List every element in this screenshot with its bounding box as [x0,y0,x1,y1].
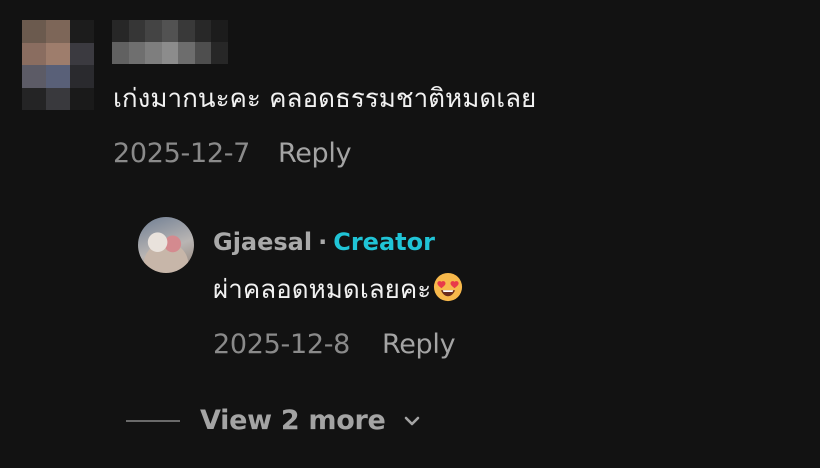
comments-panel: เก่งมากนะคะ คลอดธรรมชาติหมดเลย 2025-12-7… [0,0,820,468]
heart-eyes-emoji-icon [434,272,463,302]
reply-date: 2025-12-8 [213,329,351,360]
reply-username[interactable]: Gjaesal [213,228,312,256]
view-more-divider [126,420,180,422]
chevron-down-icon[interactable] [401,410,423,432]
commenter-avatar[interactable] [22,20,94,110]
comment-date: 2025-12-7 [113,138,251,169]
reply-reply-button[interactable]: Reply [382,328,456,362]
separator-dot: · [318,228,328,256]
reply-text: ผ่าคลอดหมดเลยคะ [213,275,432,305]
view-more-replies-button[interactable]: View 2 more [200,404,386,438]
comment-text: เก่งมากนะคะ คลอดธรรมชาติหมดเลย [113,84,537,114]
reply-author-row: Gjaesal · Creator [213,226,435,258]
creator-badge: Creator [333,228,435,256]
creator-avatar[interactable] [138,217,194,273]
comment-reply-button[interactable]: Reply [278,137,352,171]
reply-text-row: ผ่าคลอดหมดเลยคะ [213,272,463,308]
commenter-username-blurred[interactable] [112,20,228,64]
